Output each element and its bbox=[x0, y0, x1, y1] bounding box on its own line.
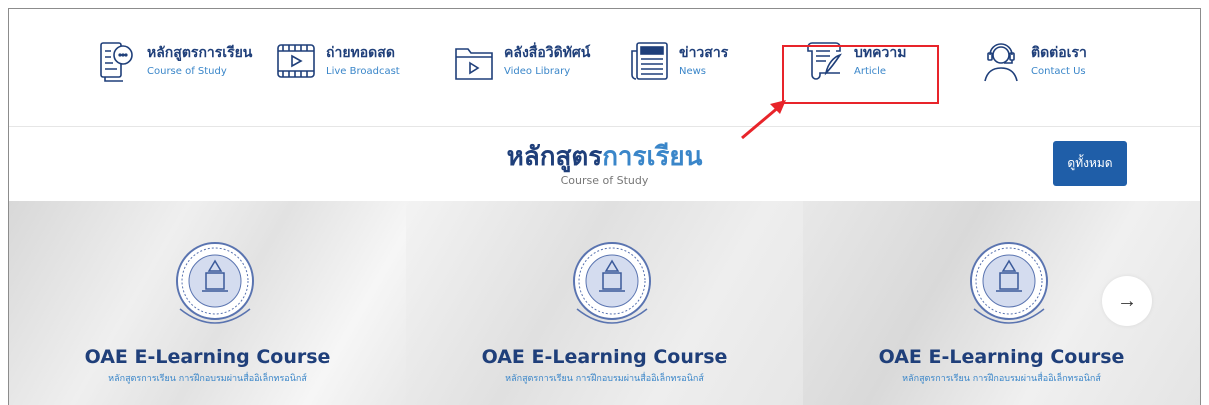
nav-label-th: ติดต่อเรา bbox=[1031, 45, 1087, 61]
nav-label-en: Contact Us bbox=[1031, 66, 1086, 77]
nav-label-en: Live Broadcast bbox=[326, 66, 400, 77]
course-card[interactable]: OAE E-Learning Course หลักสูตรการเรียน ก… bbox=[9, 201, 406, 405]
page-frame: หลักสูตรการเรียน Course of Study ถ่ายทอด… bbox=[8, 8, 1201, 405]
live-broadcast-icon bbox=[277, 44, 315, 78]
nav-label-en: News bbox=[679, 66, 707, 77]
card-subtitle: หลักสูตรการเรียน การฝึกอบรมผ่านสื่ออิเล็… bbox=[902, 374, 1101, 384]
top-nav: หลักสูตรการเรียน Course of Study ถ่ายทอด… bbox=[9, 9, 1200, 127]
section-subtitle: Course of Study bbox=[560, 174, 649, 187]
nav-label-en: Video Library bbox=[504, 66, 571, 77]
course-card[interactable]: OAE E-Learning Course หลักสูตรการเรียน ก… bbox=[406, 201, 803, 405]
oae-seal-logo bbox=[969, 242, 1048, 324]
carousel-next-button[interactable]: → bbox=[1102, 276, 1152, 326]
nav-label-th: หลักสูตรการเรียน bbox=[147, 45, 253, 61]
card-title: OAE E-Learning Course bbox=[481, 346, 728, 368]
view-all-button[interactable]: ดูทั้งหมด bbox=[1053, 141, 1127, 186]
card-subtitle: หลักสูตรการเรียน การฝึกอบรมผ่านสื่ออิเล็… bbox=[505, 374, 704, 384]
section-title-part1: หลักสูตร bbox=[506, 142, 603, 172]
nav-item-news[interactable]: ข่าวสาร News bbox=[627, 37, 728, 97]
section-title-part2: การเรียน bbox=[602, 142, 703, 172]
news-icon bbox=[631, 42, 668, 80]
oae-seal-logo bbox=[572, 242, 651, 324]
card-subtitle: หลักสูตรการเรียน การฝึกอบรมผ่านสื่ออิเล็… bbox=[108, 374, 307, 384]
nav-item-contact[interactable]: ติดต่อเรา Contact Us bbox=[979, 37, 1087, 97]
card-title: OAE E-Learning Course bbox=[878, 346, 1125, 368]
nav-item-course[interactable]: หลักสูตรการเรียน Course of Study bbox=[95, 37, 252, 97]
contact-icon bbox=[984, 43, 1018, 82]
annotation-arrow-icon bbox=[741, 100, 786, 140]
section-title: หลักสูตรการเรียน bbox=[9, 141, 1200, 173]
nav-label-en: Course of Study bbox=[147, 66, 227, 77]
nav-label-th: ถ่ายทอดสด bbox=[326, 45, 395, 61]
oae-seal-logo bbox=[175, 242, 254, 324]
course-icon bbox=[100, 42, 133, 82]
nav-label-th: คลังสื่อวิดิทัศน์ bbox=[504, 45, 591, 61]
article-highlight-box bbox=[782, 45, 939, 104]
course-carousel: OAE E-Learning Course หลักสูตรการเรียน ก… bbox=[9, 201, 1200, 405]
card-title: OAE E-Learning Course bbox=[84, 346, 331, 368]
nav-item-video-library[interactable]: คลังสื่อวิดิทัศน์ Video Library bbox=[452, 37, 590, 97]
nav-item-live-broadcast[interactable]: ถ่ายทอดสด Live Broadcast bbox=[274, 37, 400, 97]
nav-label-th: ข่าวสาร bbox=[679, 45, 729, 61]
video-library-icon bbox=[455, 48, 493, 80]
